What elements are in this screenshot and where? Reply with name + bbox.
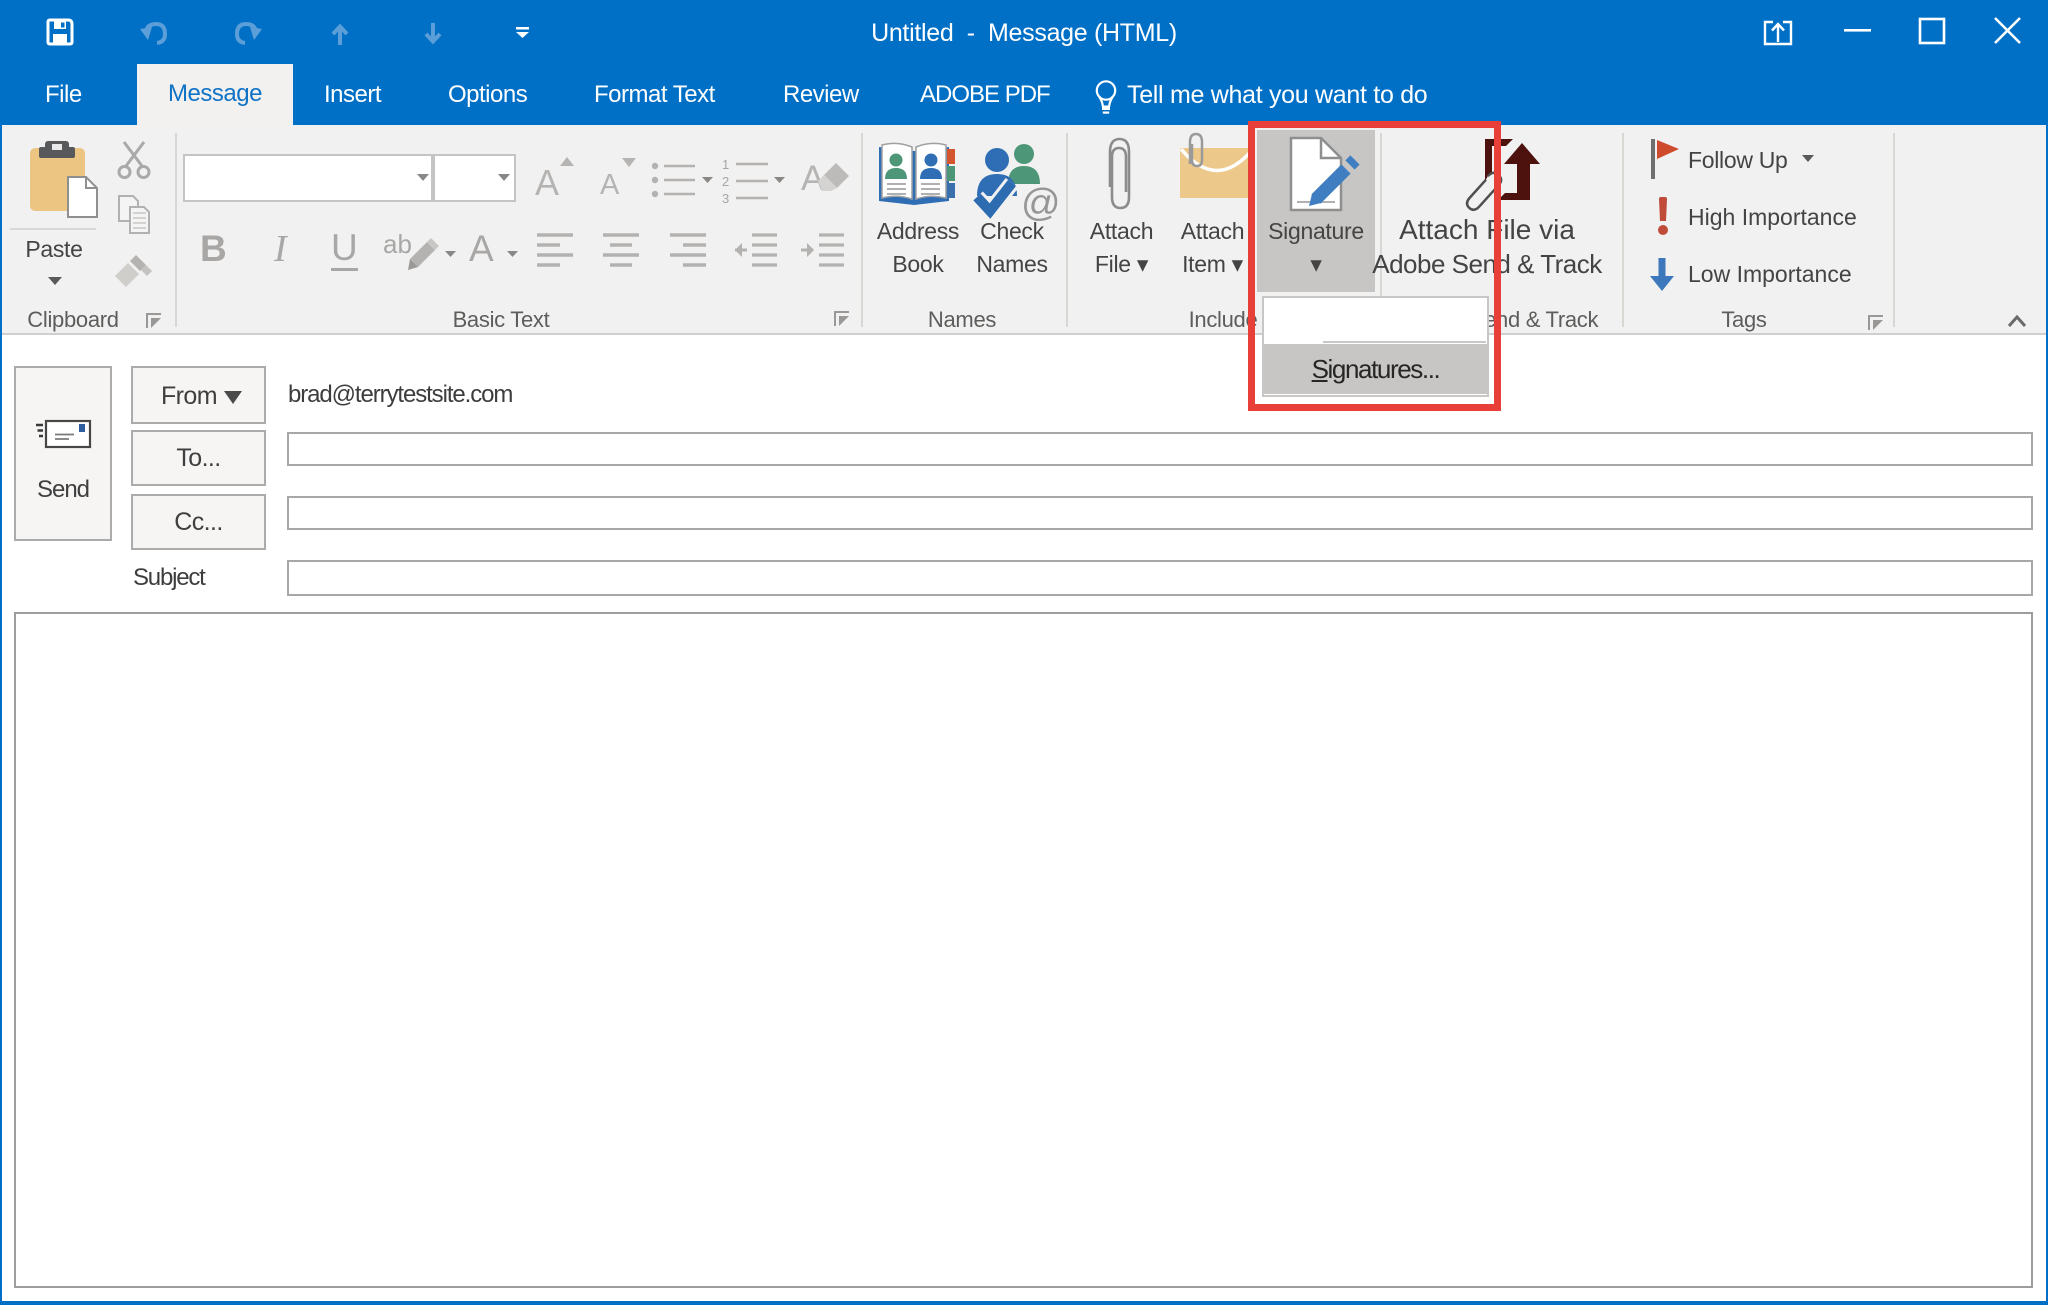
svg-text:1: 1 bbox=[722, 157, 729, 172]
svg-text:3: 3 bbox=[722, 191, 729, 206]
svg-text:ab: ab bbox=[383, 229, 412, 259]
svg-text:2: 2 bbox=[722, 174, 729, 189]
